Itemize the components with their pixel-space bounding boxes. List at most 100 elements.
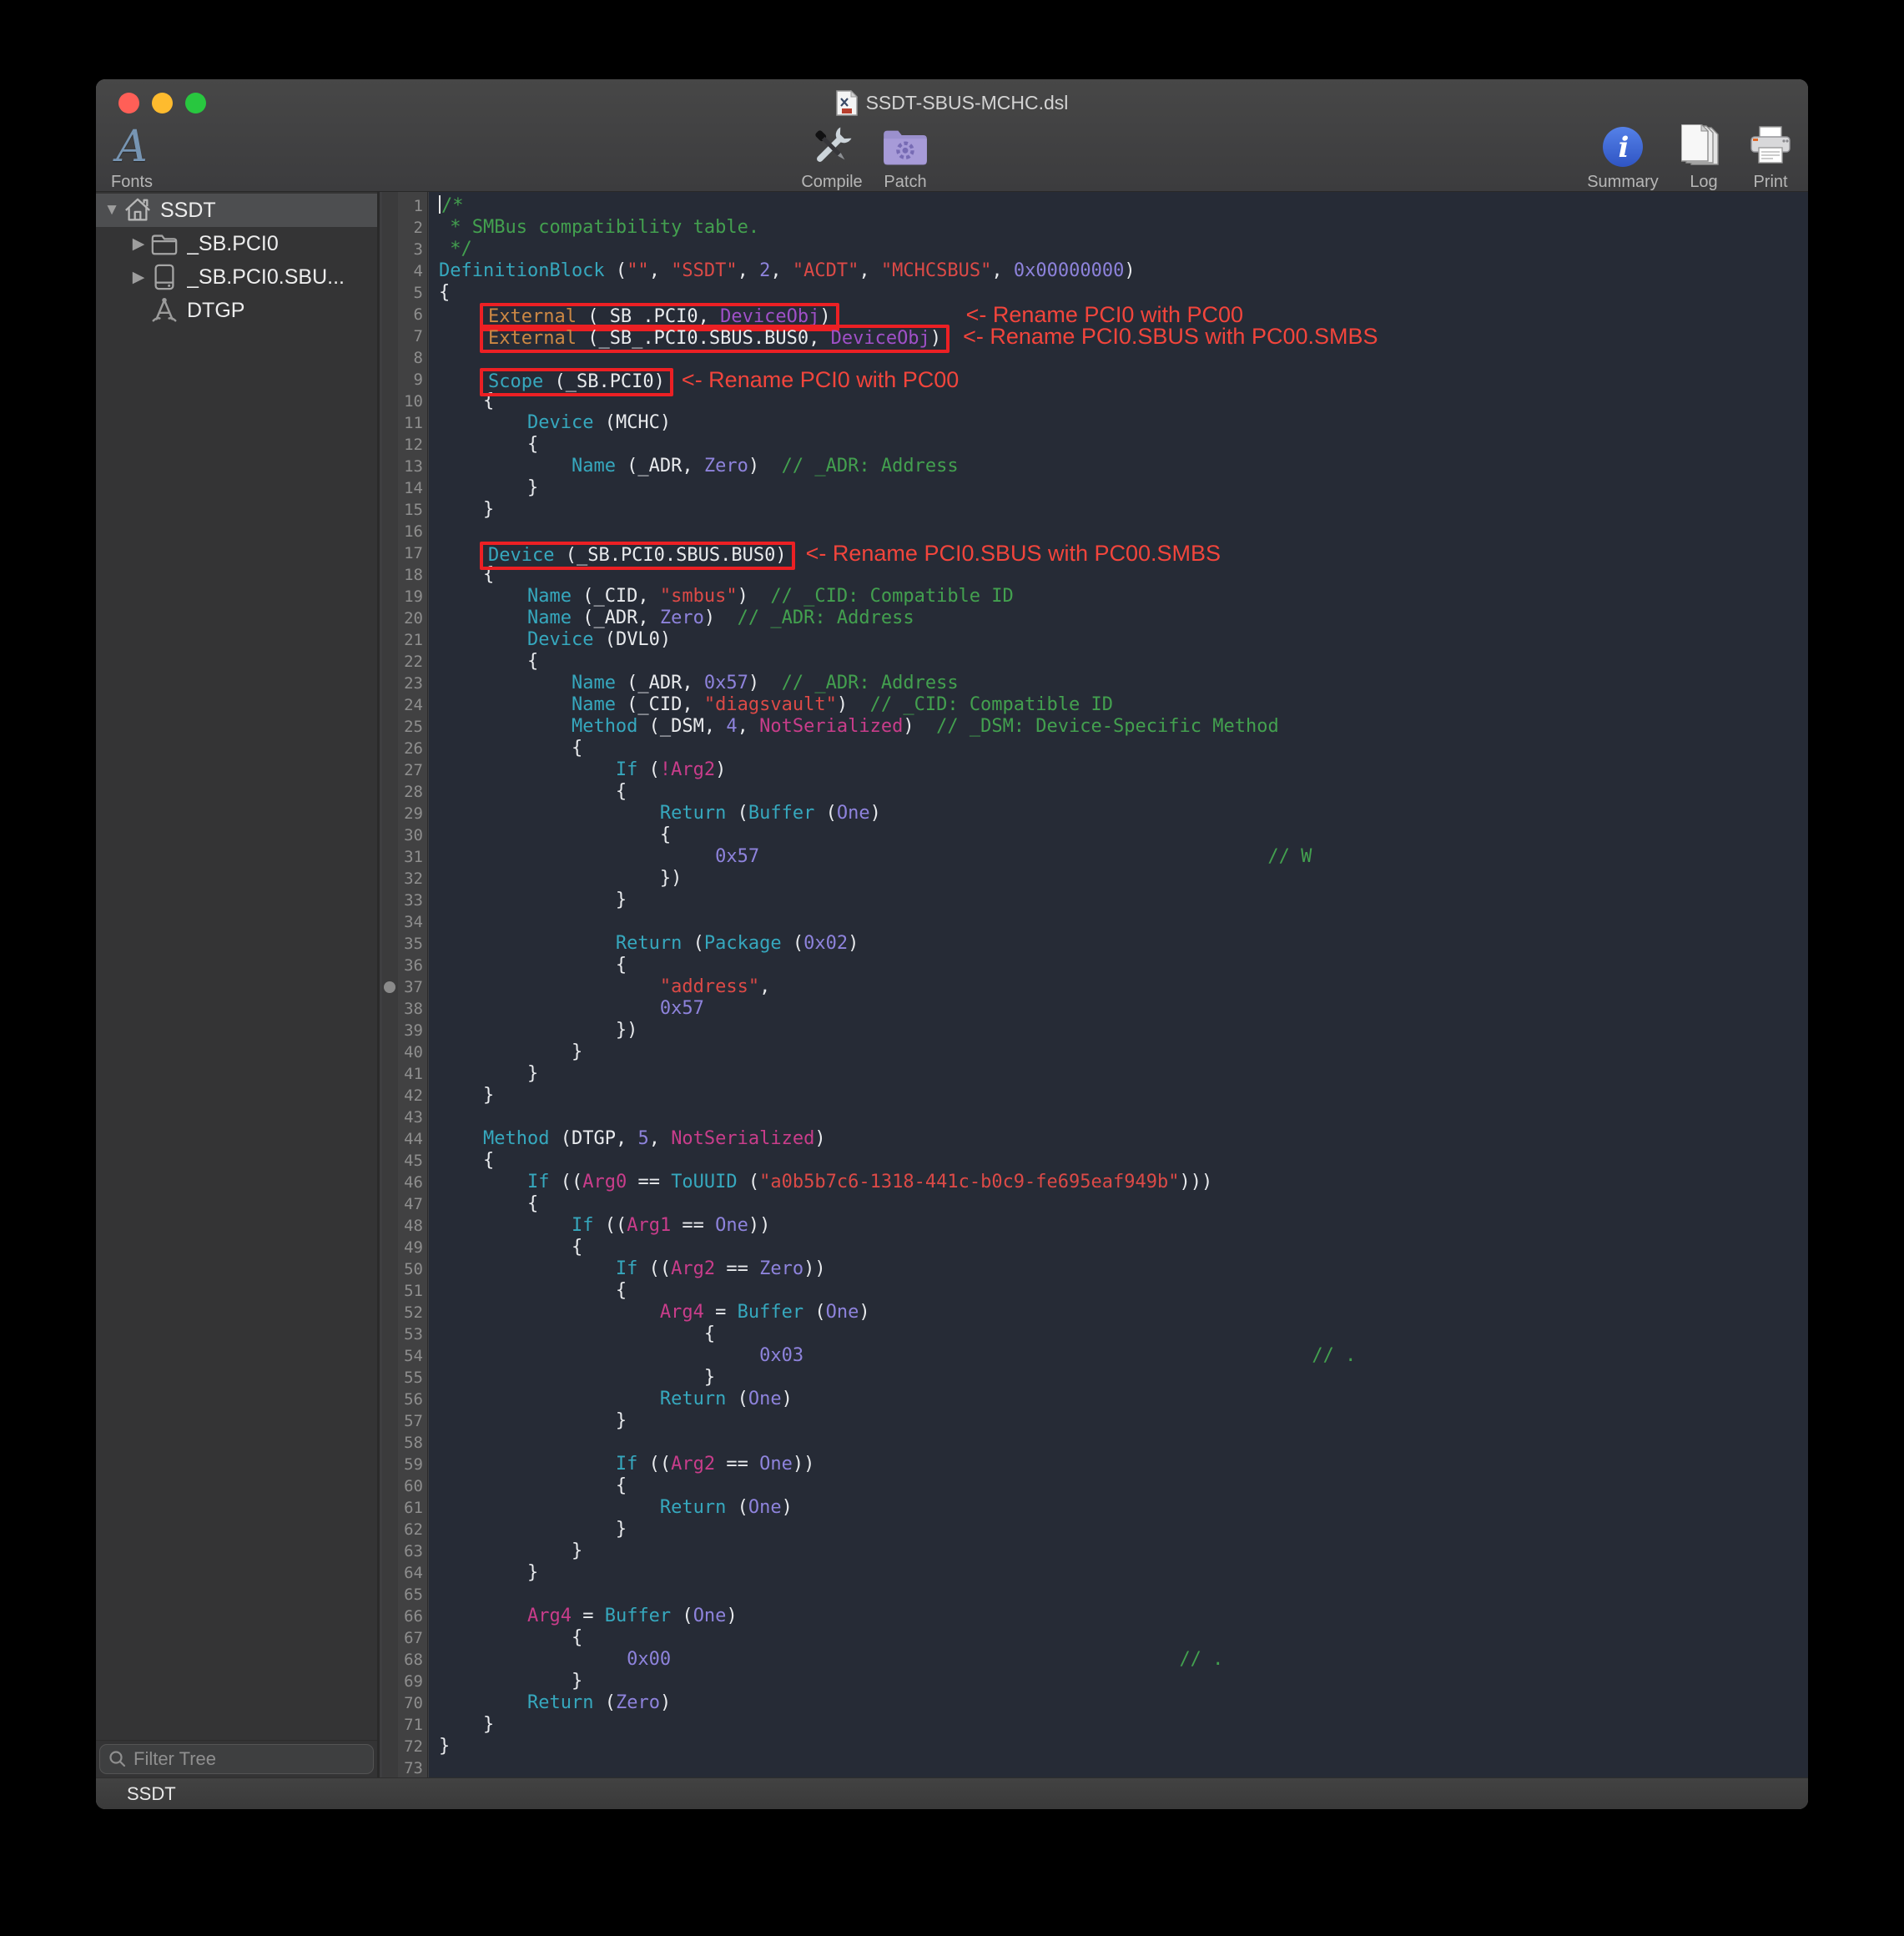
code-line[interactable]: {	[439, 1280, 1808, 1302]
sidebar-item-dtgp[interactable]: DTGP	[96, 294, 377, 327]
code-line[interactable]: 0x00 // .	[439, 1649, 1808, 1671]
code-line[interactable]: {	[439, 651, 1808, 673]
line-number: 31	[398, 846, 427, 868]
code-line[interactable]: Return (Package (0x02)	[439, 933, 1808, 955]
code-line[interactable]: }	[439, 1410, 1808, 1432]
code-line[interactable]: }	[439, 1519, 1808, 1540]
code-line[interactable]: })	[439, 1020, 1808, 1041]
code-editor[interactable]: /* * SMBus compatibility table. */Defini…	[429, 192, 1808, 1777]
code-line[interactable]: Return (One)	[439, 1389, 1808, 1410]
code-token: (	[682, 933, 704, 954]
code-line[interactable]: Device (DVL0)	[439, 629, 1808, 651]
code-token: {	[439, 1193, 538, 1214]
code-line[interactable]: Method (DTGP, 5, NotSerialized)	[439, 1128, 1808, 1150]
code-line[interactable]: Method (_DSM, 4, NotSerialized) // _DSM:…	[439, 716, 1808, 738]
code-line[interactable]: {	[439, 1475, 1808, 1497]
sidebar-item-ssdt[interactable]: ▼ SSDT	[96, 194, 377, 227]
code-token: * SMBus compatibility table.	[439, 217, 759, 238]
line-marker-dot[interactable]	[384, 981, 395, 993]
code-line[interactable]: Device (_SB.PCI0.SBUS.BUS0)<- Rename PCI…	[439, 542, 1808, 564]
code-line[interactable]: {	[439, 955, 1808, 976]
code-token: ,	[649, 260, 672, 281]
code-line[interactable]: {	[439, 1237, 1808, 1258]
code-line[interactable]: External (_SB_.PCI0, DeviceObj)<- Rename…	[439, 304, 1808, 325]
code-line[interactable]: Name (_CID, "diagsvault") // _CID: Compa…	[439, 694, 1808, 716]
code-line[interactable]: Name (_ADR, Zero) // _ADR: Address	[439, 608, 1808, 629]
code-line[interactable]: Return (Zero)	[439, 1692, 1808, 1714]
toolbar-fonts-button[interactable]: A Fonts	[96, 123, 190, 192]
code-token: }	[439, 890, 627, 910]
code-token	[439, 371, 483, 392]
code-line[interactable]: "address",	[439, 976, 1808, 998]
code-line[interactable]: 0x03 // .	[439, 1345, 1808, 1367]
code-line[interactable]: If (!Arg2)	[439, 759, 1808, 781]
code-line[interactable]: {	[439, 434, 1808, 456]
code-line[interactable]: 0x57	[439, 998, 1808, 1020]
code-line[interactable]: }	[439, 890, 1808, 911]
red-annotation: <- Rename PCI0.SBUS with PC00.SMBS	[963, 324, 1378, 349]
disclosure-triangle-icon[interactable]: ▼	[101, 201, 123, 219]
code-line[interactable]: {	[439, 1193, 1808, 1215]
code-line[interactable]: }	[439, 1736, 1808, 1757]
code-line[interactable]: If ((Arg1 == One))	[439, 1215, 1808, 1237]
code-line[interactable]: }	[439, 1714, 1808, 1736]
code-line[interactable]: {	[439, 282, 1808, 304]
disclosure-triangle-icon[interactable]: ▶	[128, 268, 149, 287]
code-token	[439, 1258, 616, 1279]
code-line[interactable]: }	[439, 1562, 1808, 1584]
toolbar-print-button[interactable]: Print	[1712, 123, 1808, 192]
code-line[interactable]: Name (_CID, "smbus") // _CID: Compatible…	[439, 586, 1808, 608]
code-line[interactable]	[439, 1107, 1808, 1128]
code-line[interactable]	[439, 1757, 1808, 1777]
code-line[interactable]: /*	[439, 195, 1808, 217]
code-line[interactable]: Name (_ADR, 0x57) // _ADR: Address	[439, 673, 1808, 694]
filter-tree-field[interactable]	[99, 1744, 374, 1774]
disclosure-triangle-icon[interactable]: ▶	[128, 234, 149, 254]
code-line[interactable]: Return (One)	[439, 1497, 1808, 1519]
code-line[interactable]: {	[439, 1323, 1808, 1345]
code-line[interactable]: If ((Arg2 == One))	[439, 1454, 1808, 1475]
filter-tree-input[interactable]	[133, 1748, 350, 1770]
sidebar-item-label: SSDT	[160, 199, 216, 223]
code-line[interactable]: Arg4 = Buffer (One)	[439, 1302, 1808, 1323]
code-line[interactable]: }	[439, 1367, 1808, 1389]
code-line[interactable]	[439, 1584, 1808, 1606]
toolbar-patch-button[interactable]: Patch	[847, 123, 964, 192]
code-line[interactable]: {	[439, 1150, 1808, 1172]
code-token: // _DSM: Device-Specific Method	[936, 716, 1279, 737]
sidebar-item--sb-pci0-sbu-[interactable]: ▶_SB.PCI0.SBU...	[96, 260, 377, 294]
code-line[interactable]: Scope (_SB.PCI0)<- Rename PCI0 with PC00	[439, 369, 1808, 391]
code-line[interactable]: }	[439, 1063, 1808, 1085]
code-line[interactable]: Device (MCHC)	[439, 412, 1808, 434]
code-line[interactable]: }	[439, 1671, 1808, 1692]
code-line[interactable]	[439, 1432, 1808, 1454]
code-line[interactable]: Arg4 = Buffer (One)	[439, 1606, 1808, 1627]
code-line[interactable]: })	[439, 868, 1808, 890]
code-line[interactable]: }	[439, 1085, 1808, 1107]
code-line[interactable]: If ((Arg2 == Zero))	[439, 1258, 1808, 1280]
code-line[interactable]: 0x57 // W	[439, 846, 1808, 868]
sidebar-item--sb-pci0[interactable]: ▶_SB.PCI0	[96, 227, 377, 260]
code-token: Name	[527, 608, 572, 628]
code-line[interactable]: }	[439, 477, 1808, 499]
code-token: (	[593, 1692, 616, 1713]
code-line[interactable]: Return (Buffer (One)	[439, 803, 1808, 824]
code-line[interactable]: }	[439, 1540, 1808, 1562]
code-line[interactable]: DefinitionBlock ("", "SSDT", 2, "ACDT", …	[439, 260, 1808, 282]
code-line[interactable]: * SMBus compatibility table.	[439, 217, 1808, 239]
code-line[interactable]: }	[439, 1041, 1808, 1063]
code-line[interactable]: }	[439, 499, 1808, 521]
code-line[interactable]: {	[439, 1627, 1808, 1649]
code-line[interactable]: */	[439, 239, 1808, 260]
code-line[interactable]: External (_SB_.PCI0.SBUS.BUS0, DeviceObj…	[439, 325, 1808, 347]
code-line[interactable]: If ((Arg0 == ToUUID ("a0b5b7c6-1318-441c…	[439, 1172, 1808, 1193]
line-number: 63	[398, 1540, 427, 1562]
line-number: 56	[398, 1389, 427, 1410]
code-line[interactable]	[439, 521, 1808, 542]
code-line[interactable]: {	[439, 781, 1808, 803]
code-line[interactable]	[439, 911, 1808, 933]
code-token: One	[826, 1302, 859, 1323]
code-line[interactable]: Name (_ADR, Zero) // _ADR: Address	[439, 456, 1808, 477]
code-line[interactable]: {	[439, 738, 1808, 759]
code-line[interactable]: {	[439, 824, 1808, 846]
